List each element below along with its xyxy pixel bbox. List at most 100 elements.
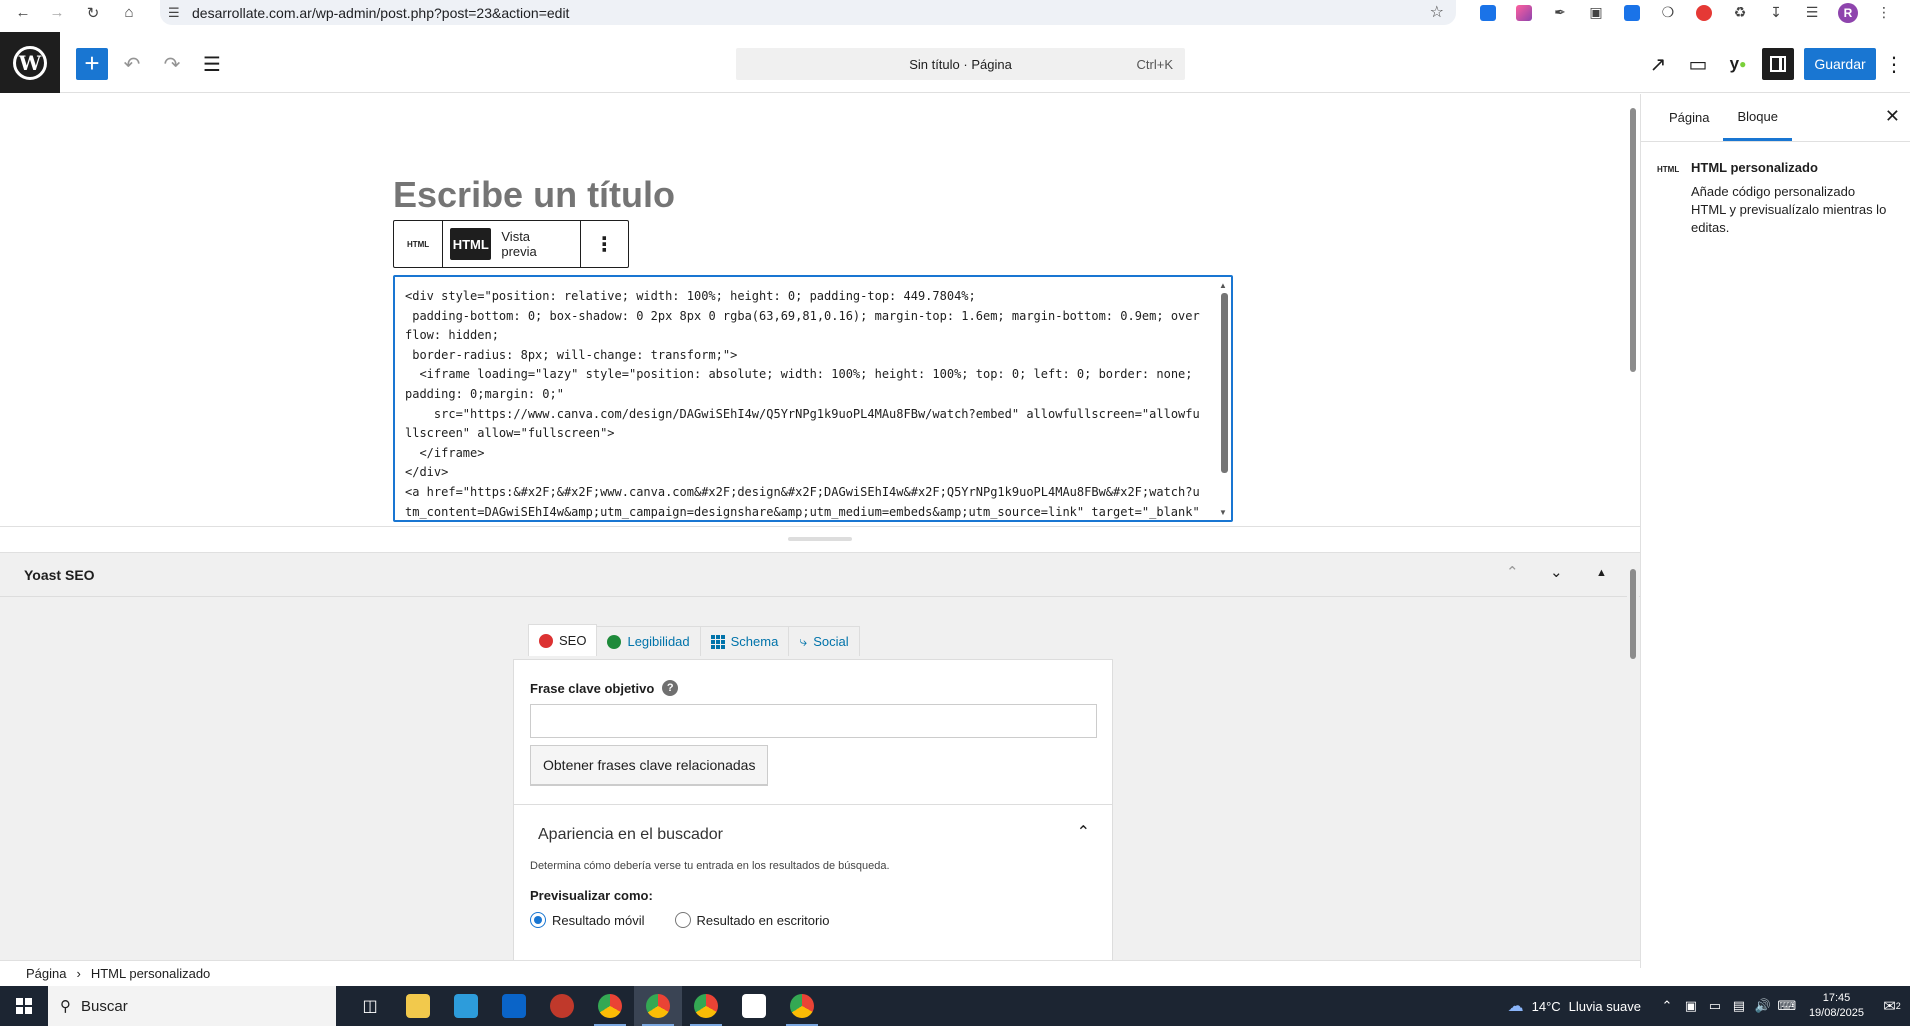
keyphrase-label: Frase clave objetivo ? [530, 680, 679, 696]
tab-social[interactable]: ⤷ Social [788, 626, 860, 656]
eyedropper-icon[interactable]: ✒ [1542, 0, 1578, 25]
search-appearance-toggle[interactable]: Apariencia en el buscador [538, 826, 723, 844]
preview-device-icon[interactable]: ▭ [1682, 48, 1714, 80]
url-text: desarrollate.com.ar/wp-admin/post.php?po… [192, 4, 570, 21]
page-title-placeholder[interactable]: Escribe un título [393, 174, 675, 216]
html-block-icon[interactable]: HTML [394, 221, 444, 267]
close-icon[interactable]: ✕ [1885, 106, 1900, 127]
chrome-icon[interactable] [586, 986, 634, 1026]
block-description: Añade código personalizado HTML y previs… [1691, 184, 1887, 235]
face-sad-icon [539, 633, 553, 648]
chrome-alt-icon[interactable] [682, 986, 730, 1026]
code-scrollbar[interactable]: ▲ ▼ [1219, 281, 1229, 517]
start-button[interactable] [0, 986, 48, 1026]
view-page-icon[interactable]: ↗ [1642, 48, 1674, 80]
bookmark-star-icon[interactable]: ☆ [1430, 2, 1444, 22]
divider [514, 804, 1112, 805]
tab-legibilidad[interactable]: Legibilidad [596, 626, 701, 656]
address-bar[interactable]: ☰ desarrollate.com.ar/wp-admin/post.php?… [160, 0, 1456, 25]
search-appearance-description: Determina cómo debería verse tu entrada … [530, 860, 890, 872]
notifications-icon[interactable]: ✉ 2 [1874, 997, 1910, 1015]
collapse-icon[interactable]: ▲ [1596, 567, 1607, 579]
related-keyphrases-button[interactable]: Obtener frases clave relacionadas [530, 745, 769, 785]
forward-icon[interactable]: → [42, 0, 72, 25]
chevron-up-icon[interactable]: ⌃ [1657, 998, 1677, 1014]
browser-menu-icon[interactable]: ⋮ [1866, 0, 1902, 25]
radio-desktop[interactable] [674, 912, 691, 928]
meet-icon[interactable]: ▣ [1681, 998, 1701, 1014]
weather-widget[interactable]: ☁ 14°C Lluvia suave [1508, 996, 1641, 1016]
radio-mobile-label[interactable]: Resultado móvil [552, 913, 645, 928]
document-overview-icon[interactable]: ☰ [196, 48, 228, 80]
avatar[interactable]: R [1830, 0, 1866, 25]
download-box-icon[interactable] [1614, 0, 1650, 25]
search-icon: ⚲ [60, 998, 71, 1015]
display-icon[interactable]: ▭ [1705, 998, 1725, 1014]
block-options-icon[interactable]: ⋮ [581, 221, 628, 267]
options-menu-icon[interactable]: ⋮ [1878, 48, 1910, 80]
keyboard-icon[interactable]: ⌨ [1777, 998, 1797, 1014]
yoast-seo-content: Frase clave objetivo ? Obtener frases cl… [513, 659, 1113, 961]
chrome-profile-icon[interactable] [634, 986, 682, 1026]
tab-seo-label: SEO [559, 633, 587, 648]
windows-taskbar: ⚲ Buscar ◫ ☁ 14°C Lluvia suave ⌃ ▣ ▭ ▤ 🔊… [0, 986, 1910, 1026]
network-icon[interactable]: ▤ [1729, 998, 1749, 1014]
reading-list-icon[interactable]: ☰ [1794, 0, 1830, 25]
camera-icon[interactable]: ▣ [1578, 0, 1614, 25]
metabox-scrollbar[interactable] [1627, 555, 1639, 959]
yoast-title: Yoast SEO [24, 566, 95, 583]
tab-bloque[interactable]: Bloque [1723, 94, 1792, 141]
pokeball-icon[interactable] [1686, 0, 1722, 25]
app-red-icon[interactable] [538, 986, 586, 1026]
wordpress-logo-icon[interactable]: W [0, 32, 60, 93]
task-view-icon[interactable]: ◫ [346, 986, 394, 1026]
compass-icon[interactable]: ❍ [1650, 0, 1686, 25]
taskbar-search[interactable]: ⚲ Buscar [48, 986, 336, 1026]
radio-mobile[interactable] [530, 912, 546, 928]
downloads-icon[interactable]: ↧ [1758, 0, 1794, 25]
command-palette[interactable]: Sin título · Página Ctrl+K [736, 48, 1185, 80]
move-up-icon[interactable]: ⌃ [1506, 563, 1519, 581]
breadcrumb-item-html[interactable]: HTML personalizado [91, 966, 210, 981]
site-info-icon[interactable]: ☰ [168, 5, 192, 21]
yoast-metabox: Yoast SEO ⌃ ⌄ ▲ SEO Legibilidad Schema ⤷… [0, 552, 1640, 961]
radio-desktop-label[interactable]: Resultado en escritorio [697, 913, 830, 928]
tab-schema[interactable]: Schema [699, 626, 790, 656]
home-icon[interactable]: ⌂ [114, 0, 144, 25]
shortcut-hint: Ctrl+K [1136, 56, 1173, 72]
tab-legibilidad-label: Legibilidad [627, 634, 690, 649]
taskbar-apps: ◫ [346, 986, 826, 1026]
undo-icon[interactable]: ↶ [116, 48, 148, 80]
back-icon[interactable]: ← [8, 0, 38, 25]
tab-seo[interactable]: SEO [528, 624, 598, 656]
volume-icon[interactable]: 🔊 [1753, 998, 1773, 1014]
tab-html[interactable]: HTML [450, 228, 492, 260]
help-icon[interactable]: ? [662, 680, 679, 696]
face-happy-icon [607, 634, 622, 649]
save-button[interactable]: Guardar [1804, 48, 1876, 80]
canvas-scrollbar[interactable] [1627, 94, 1639, 526]
tab-preview[interactable]: Vista previa [491, 221, 581, 267]
clock-date: 19/08/2025 [1808, 1007, 1864, 1019]
settings-sidebar-toggle[interactable] [1762, 48, 1794, 80]
metabox-resize-handle[interactable] [0, 526, 1640, 552]
extension-gradient-icon[interactable] [1506, 0, 1542, 25]
move-down-icon[interactable]: ⌄ [1550, 563, 1563, 581]
outlook-icon[interactable] [490, 986, 538, 1026]
html-code-editor[interactable]: <div style="position: relative; width: 1… [393, 275, 1233, 522]
puzzle-icon[interactable]: ♻ [1722, 0, 1758, 25]
keyphrase-input[interactable] [530, 704, 1097, 738]
clock[interactable]: 17:45 19/08/2025 [1809, 991, 1864, 1021]
breadcrumb-item-pagina[interactable]: Página [26, 966, 66, 981]
redo-icon[interactable]: ↷ [156, 48, 188, 80]
extension-tag-icon[interactable] [1470, 0, 1506, 25]
reload-icon[interactable]: ↻ [78, 0, 108, 25]
block-inserter-button[interactable]: + [76, 48, 108, 80]
chevron-up-icon[interactable]: ⌃ [1077, 822, 1090, 842]
tab-pagina[interactable]: Página [1655, 94, 1723, 141]
capcut-icon[interactable] [730, 986, 778, 1026]
chrome-other-icon[interactable] [778, 986, 826, 1026]
store-icon[interactable] [442, 986, 490, 1026]
yoast-icon[interactable]: y ● [1722, 48, 1754, 80]
file-explorer-icon[interactable] [394, 986, 442, 1026]
